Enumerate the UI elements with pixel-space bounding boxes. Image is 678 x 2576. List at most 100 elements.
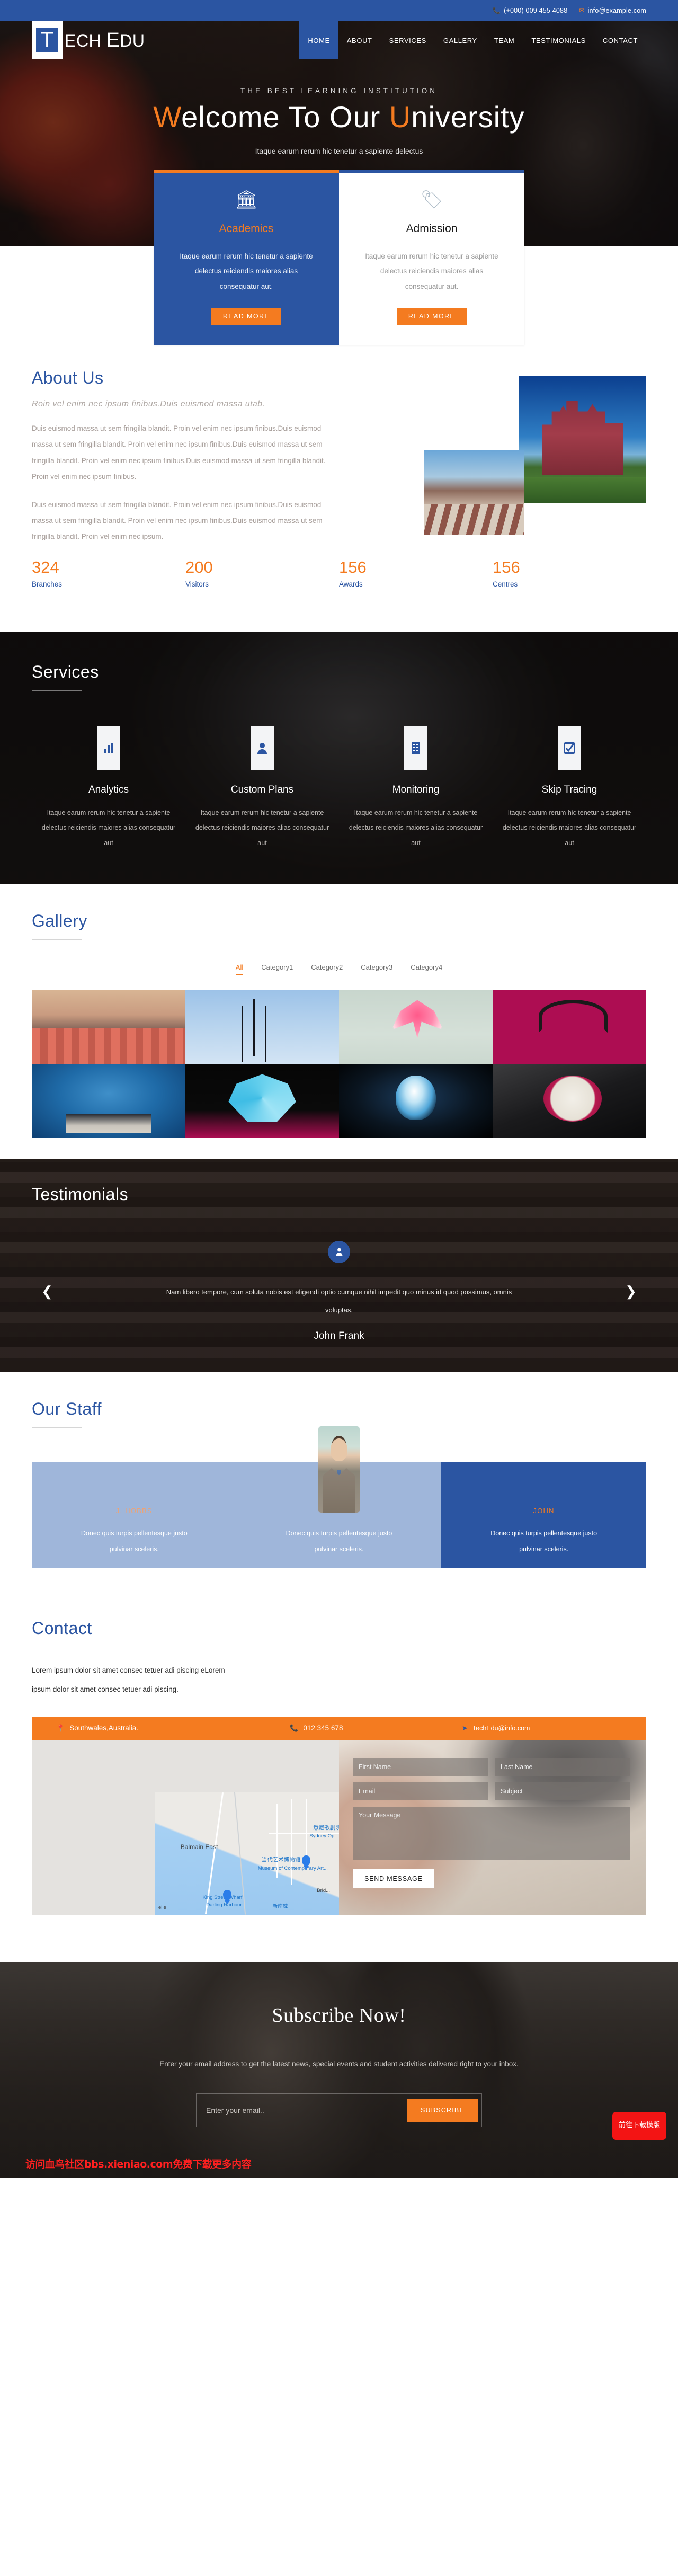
gallery-item[interactable]	[493, 1063, 646, 1138]
testimonial-prev-button[interactable]: ❮	[41, 1284, 53, 1298]
main-menu: HOME ABOUT SERVICES GALLERY TEAM TESTIMO…	[299, 21, 646, 59]
counter-centres: 156 Centres	[493, 559, 646, 588]
about-section: About Us Roin vel enim nec ipsum finibus…	[0, 368, 678, 632]
staff-card-paul[interactable]: PAUL Donec quis turpis pellentesque just…	[236, 1426, 442, 1568]
gallery-filter-category4[interactable]: Category4	[411, 963, 442, 975]
gallery-filter-category2[interactable]: Category2	[311, 963, 343, 975]
counter-label: Centres	[493, 580, 518, 588]
send-message-button[interactable]: SEND MESSAGE	[353, 1869, 434, 1888]
contact-address: 📍 Southwales,Australia.	[32, 1724, 290, 1733]
first-name-field[interactable]	[353, 1757, 488, 1776]
gallery-section: Gallery All Category1 Category2 Category…	[0, 883, 678, 1138]
service-description: Itaque earum rerum hic tenetur a sapient…	[502, 809, 637, 847]
subscribe-section: Subscribe Now! Enter your email address …	[0, 1962, 678, 2178]
nav-item-contact[interactable]: CONTACT	[594, 21, 646, 59]
map-label: 当代艺术博物馆	[261, 1857, 301, 1863]
hero-subtitle: Itaque earum rerum hic tenetur a sapient…	[255, 147, 423, 156]
gallery-item[interactable]	[185, 989, 339, 1064]
staff-name: JOHN	[533, 1507, 555, 1515]
list-icon	[404, 725, 427, 770]
students-on-steps-image	[424, 450, 524, 535]
topbar-phone-text: (+000) 009 455 4088	[504, 7, 568, 14]
service-analytics[interactable]: Analytics Itaque earum rerum hic tenetur…	[32, 725, 185, 851]
gallery-grid	[32, 989, 646, 1138]
admission-read-more-button[interactable]: READ MORE	[396, 308, 467, 325]
top-contact-bar: 📞 (+000) 009 455 4088 ✉ info@example.com	[0, 0, 678, 21]
gallery-filter-all[interactable]: All	[235, 963, 244, 975]
message-field[interactable]	[353, 1806, 630, 1860]
subscribe-button[interactable]: SUBSCRIBE	[406, 2098, 478, 2122]
envelope-icon: ✉	[579, 7, 585, 14]
contact-section: Contact Lorem ipsum dolor sit amet conse…	[0, 1594, 678, 1915]
service-name: Monitoring	[392, 784, 440, 795]
gallery-item[interactable]	[339, 989, 493, 1064]
gallery-filters: All Category1 Category2 Category3 Catego…	[32, 963, 646, 975]
staff-card-john[interactable]: JOHN Donec quis turpis pellentesque just…	[441, 1462, 646, 1568]
staff-description: Donec quis turpis pellentesque justo pul…	[81, 1530, 188, 1553]
academics-read-more-button[interactable]: READ MORE	[211, 308, 282, 325]
map-panel: Balmain East 当代艺术博物馆 Museum of Contempor…	[32, 1739, 339, 1915]
map-label: 悉尼歌剧院	[313, 1824, 339, 1831]
counter-value: 200	[185, 557, 213, 576]
gallery-item[interactable]	[339, 1063, 493, 1138]
counter-label: Awards	[339, 580, 363, 588]
staff-description: Donec quis turpis pellentesque justo pul…	[490, 1530, 597, 1553]
contact-main: Balmain East 当代艺术博物馆 Museum of Contempor…	[32, 1739, 646, 1915]
subscribe-title: Subscribe Now!	[272, 2004, 406, 2027]
gallery-item[interactable]	[185, 1063, 339, 1138]
nav-item-home[interactable]: HOME	[299, 21, 338, 59]
map[interactable]: Balmain East 当代艺术博物馆 Museum of Contempor…	[155, 1791, 339, 1915]
testimonial-next-button[interactable]: ❯	[625, 1284, 637, 1298]
nav-item-team[interactable]: TEAM	[486, 21, 523, 59]
map-pin-icon	[222, 1890, 231, 1901]
download-template-badge[interactable]: 前往下载模版	[612, 2111, 666, 2140]
nav-item-testimonials[interactable]: TESTIMONIALS	[523, 21, 594, 59]
contact-intro-line-1: Lorem ipsum dolor sit amet consec tetuer…	[32, 1666, 225, 1675]
counter-awards: 156 Awards	[339, 559, 493, 588]
contact-email[interactable]: ➤ TechEdu@info.com	[462, 1724, 646, 1733]
gallery-item[interactable]	[493, 989, 646, 1064]
testimonial-author: John Frank	[314, 1330, 364, 1342]
topbar-phone[interactable]: 📞 (+000) 009 455 4088	[493, 7, 567, 14]
subscribe-email-input[interactable]	[206, 2106, 407, 2115]
map-label: elle	[158, 1905, 166, 1911]
gallery-filter-category3[interactable]: Category3	[361, 963, 392, 975]
contact-address-text: Southwales,Australia.	[69, 1724, 139, 1733]
service-monitoring[interactable]: Monitoring Itaque earum rerum hic tenetu…	[339, 725, 493, 851]
subject-field[interactable]	[495, 1782, 630, 1800]
service-description: Itaque earum rerum hic tenetur a sapient…	[349, 809, 483, 847]
hero-title: Welcome To Our University	[153, 100, 525, 134]
section-divider	[32, 690, 82, 691]
gallery-item[interactable]	[32, 1063, 185, 1138]
last-name-field[interactable]	[495, 1757, 630, 1776]
section-divider	[32, 939, 82, 940]
navigation-bar: T ECH EDU HOME ABOUT SERVICES GALLERY TE…	[32, 21, 646, 59]
feature-card-academics[interactable]: 🏛 Academics Itaque earum rerum hic tenet…	[154, 170, 339, 345]
counter-label: Branches	[32, 580, 63, 588]
nav-item-about[interactable]: ABOUT	[338, 21, 381, 59]
map-marker-icon: 📍	[56, 1724, 65, 1732]
staff-description: Donec quis turpis pellentesque justo pul…	[286, 1530, 392, 1553]
subscribe-description: Enter your email address to get the late…	[159, 2059, 519, 2068]
contact-form: SEND MESSAGE	[339, 1740, 646, 1915]
staff-card-hobbs[interactable]: J. HOBBS Donec quis turpis pellentesque …	[32, 1462, 237, 1568]
service-skip-tracing[interactable]: Skip Tracing Itaque earum rerum hic tene…	[493, 725, 646, 851]
gallery-filter-category1[interactable]: Category1	[261, 963, 293, 975]
testimonials-title: Testimonials	[32, 1184, 129, 1204]
campus-building-image	[519, 376, 646, 503]
topbar-email[interactable]: ✉ info@example.com	[579, 7, 646, 14]
nav-item-gallery[interactable]: GALLERY	[435, 21, 486, 59]
nav-item-services[interactable]: SERVICES	[381, 21, 435, 59]
tags-icon: 🏷	[420, 190, 443, 210]
email-field[interactable]	[353, 1782, 488, 1800]
logo[interactable]: T	[32, 21, 63, 59]
contact-info-bar: 📍 Southwales,Australia. 📞 012 345 678 ➤ …	[32, 1716, 646, 1740]
contact-phone[interactable]: 📞 012 345 678	[290, 1724, 462, 1733]
map-label: Brid...	[317, 1887, 331, 1894]
map-label: Sydney Op...	[309, 1833, 339, 1840]
map-label: King Street Wharf	[202, 1895, 243, 1901]
feature-card-admission[interactable]: 🏷 Admission Itaque earum rerum hic tenet…	[339, 170, 524, 345]
gallery-item[interactable]	[32, 989, 185, 1064]
service-custom-plans[interactable]: Custom Plans Itaque earum rerum hic tene…	[185, 725, 339, 851]
check-square-icon	[558, 725, 581, 770]
